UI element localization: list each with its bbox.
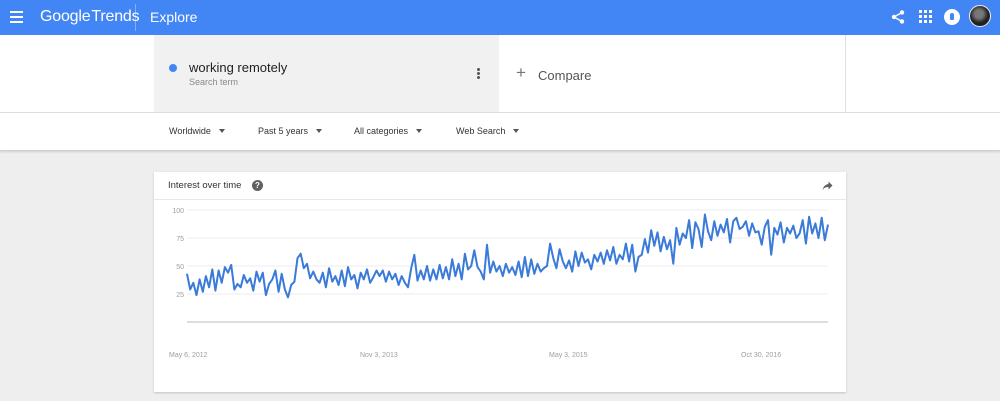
more-vert-icon[interactable]	[477, 68, 481, 80]
google-trends-logo[interactable]: GoogleTrends	[40, 8, 140, 26]
term-color-dot	[169, 64, 177, 72]
help-icon[interactable]: ?	[252, 180, 263, 191]
compare-button[interactable]: + Compare	[500, 35, 846, 112]
category-dropdown[interactable]: All categories	[354, 126, 423, 136]
search-term-chip[interactable]: working remotely Search term	[154, 35, 499, 112]
series-line[interactable]	[186, 213, 829, 299]
y-tick-label: 100	[172, 208, 184, 215]
share-icon[interactable]	[890, 9, 906, 25]
dropdown-caret-icon	[416, 129, 423, 133]
compare-label: Compare	[538, 68, 592, 83]
dropdown-caret-icon	[316, 129, 323, 133]
apps-icon[interactable]	[919, 10, 932, 23]
header-divider	[135, 4, 136, 31]
region-dropdown[interactable]: Worldwide	[169, 126, 225, 136]
avatar[interactable]	[969, 5, 991, 27]
time-dropdown[interactable]: Past 5 years	[258, 126, 323, 136]
x-tick-label: May 3, 2015	[549, 352, 588, 359]
card-header: Interest over time ?	[154, 172, 846, 200]
source-dropdown[interactable]: Web Search	[456, 126, 520, 136]
share-arrow-icon[interactable]	[822, 181, 833, 191]
filter-bar: Worldwide Past 5 years All categories We…	[0, 113, 1000, 151]
page-title: Explore	[150, 9, 198, 25]
dropdown-caret-icon	[218, 129, 225, 133]
x-tick-label: Nov 3, 2013	[360, 352, 398, 359]
menu-icon[interactable]	[10, 11, 23, 23]
y-tick-label: 75	[176, 236, 184, 243]
y-tick-label: 25	[176, 292, 184, 299]
term-type: Search term	[189, 77, 239, 87]
x-tick-label: May 6, 2012	[169, 352, 208, 359]
x-tick-label: Oct 30, 2016	[741, 352, 781, 359]
interest-over-time-card: Interest over time ? 25 50 75 100 May 6, 201…	[154, 172, 846, 392]
search-terms-bar: working remotely Search term + Compare	[0, 35, 1000, 113]
dropdown-caret-icon	[513, 129, 520, 133]
notifications-icon[interactable]	[944, 9, 960, 25]
interest-line-chart: 25 50 75 100 May 6, 2012 Nov 3, 2013 May 3, 20…	[169, 208, 829, 359]
term-name[interactable]: working remotely	[189, 60, 287, 75]
plus-icon: +	[516, 63, 526, 82]
card-title: Interest over time	[168, 180, 242, 191]
top-app-bar: GoogleTrends Explore	[0, 0, 1000, 35]
y-tick-label: 50	[176, 264, 184, 271]
